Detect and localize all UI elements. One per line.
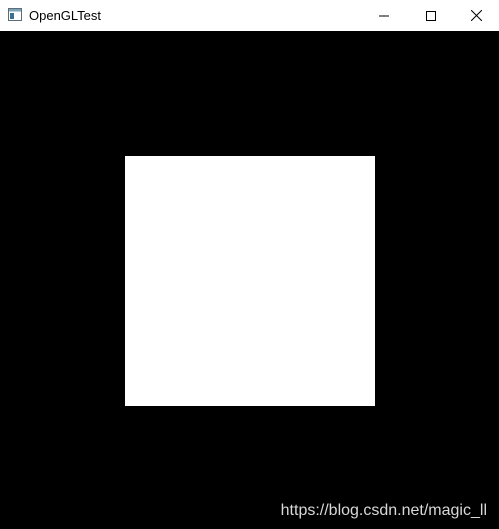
title-bar[interactable]: OpenGLTest: [0, 0, 499, 31]
white-square: [125, 156, 375, 406]
watermark-text: https://blog.csdn.net/magic_ll: [280, 502, 487, 519]
opengl-window: OpenGLTest https://blog.csdn.net/magic_l…: [0, 0, 499, 529]
close-icon: [470, 10, 482, 21]
maximize-button[interactable]: [408, 0, 454, 31]
close-button[interactable]: [453, 0, 499, 31]
minimize-icon: [379, 15, 389, 16]
app-window-icon: [8, 8, 22, 21]
minimize-button[interactable]: [361, 0, 407, 31]
window-title: OpenGLTest: [29, 8, 102, 23]
opengl-viewport[interactable]: [0, 31, 499, 529]
maximize-icon: [426, 10, 436, 21]
